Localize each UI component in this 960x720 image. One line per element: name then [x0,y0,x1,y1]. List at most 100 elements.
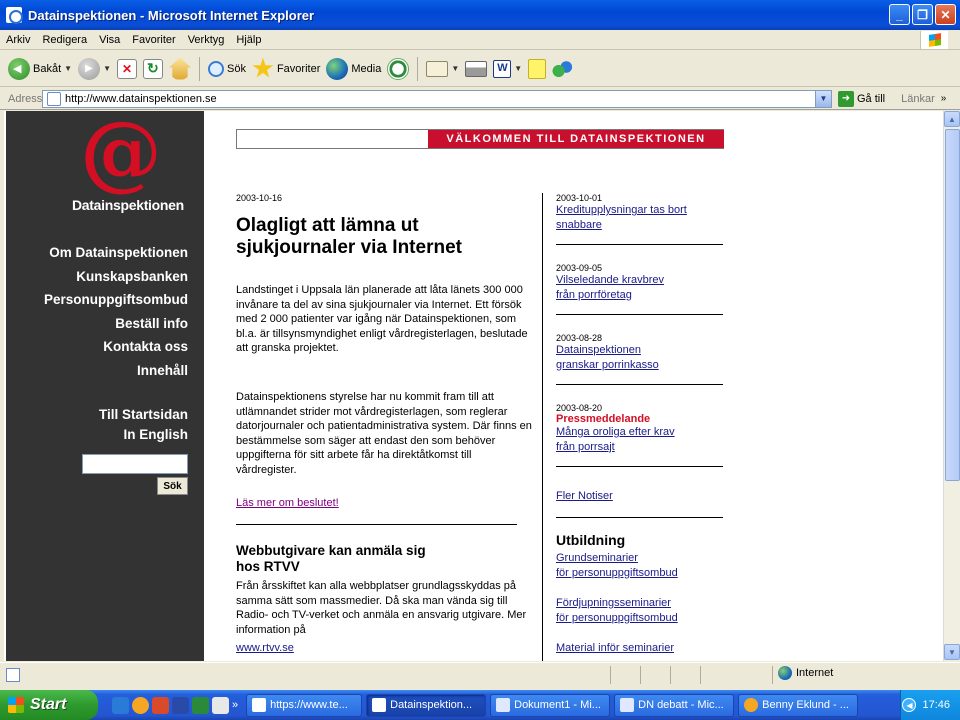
ie-task-icon [372,698,387,712]
media-icon [326,57,349,80]
news-link-line: Datainspektionen [556,344,642,356]
menu-arkiv[interactable]: Arkiv [0,34,36,46]
desktop-quicklaunch-icon[interactable] [212,696,229,714]
start-button[interactable]: Start [0,690,98,720]
search-button[interactable]: Sök [207,60,246,77]
nav-in-english[interactable]: In English [44,425,188,445]
messenger-icon[interactable] [552,58,575,79]
close-button[interactable]: ✕ [935,4,956,25]
media-label: Media [351,62,382,75]
forward-arrow-icon [78,57,101,80]
vertical-scrollbar[interactable]: ▲ ▼ [943,111,960,661]
news-item: 2003-08-20 Pressmeddelande Många oroliga… [556,403,724,468]
home-icon[interactable] [168,57,191,80]
ie-quicklaunch-icon[interactable] [112,696,129,714]
more-news-link[interactable]: Fler Notiser [556,489,613,504]
site-search-button[interactable]: Sök [157,477,188,495]
article-divider [236,524,517,525]
news-divider [556,384,723,386]
task-button[interactable]: Benny Eklund - ... [738,693,859,717]
task-label: Datainspektion... [390,699,473,711]
forward-button[interactable]: ▼ [78,57,111,80]
mail-button[interactable]: ▼ [426,60,459,77]
mail-dropdown-icon[interactable]: ▼ [451,64,459,73]
address-url[interactable]: http://www.datainspektionen.se [65,93,217,105]
nav-kontakta-oss[interactable]: Kontakta oss [44,335,188,359]
read-more-link[interactable]: Läs mer om beslutet! [236,496,339,511]
address-bar: Adress http://www.datainspektionen.se ▼ … [0,88,960,110]
menu-hjalp[interactable]: Hjälp [230,34,267,46]
title-bar: Datainspektionen - Microsoft Internet Ex… [0,0,960,30]
news-link[interactable]: Kreditupplysningar tas bort snabbare [556,203,724,232]
education-link[interactable]: Material inför seminarier [556,641,674,656]
nav-bestall-info[interactable]: Beställ info [44,312,188,336]
task-button-active[interactable]: Datainspektion... [366,693,487,717]
excel-quicklaunch-icon[interactable] [192,696,209,714]
task-button[interactable]: DN debatt - Mic... [614,693,735,717]
article-paragraph-2: Datainspektionens styrelse har nu kommit… [236,391,532,476]
edit-dropdown-icon[interactable]: ▼ [514,64,522,73]
nav-kunskapsbanken[interactable]: Kunskapsbanken [44,265,188,289]
page-status-icon [6,667,20,682]
education-link[interactable]: Fördjupningsseminarier för personuppgift… [556,596,724,625]
menu-verktyg[interactable]: Verktyg [182,34,231,46]
nav-innehall[interactable]: Innehåll [44,359,188,383]
edit-button[interactable]: ▼ [493,59,522,78]
nav-om-datainspektionen[interactable]: Om Datainspektionen [44,241,188,265]
news-item: 2003-10-01 Kreditupplysningar tas bort s… [556,193,724,246]
site-logo[interactable]: @ Datainspektionen [72,111,184,217]
menu-visa[interactable]: Visa [93,34,126,46]
toolbar-separator [198,56,200,81]
menu-favoriter[interactable]: Favoriter [126,34,181,46]
task-button[interactable]: Dokument1 - Mi... [490,693,611,717]
back-dropdown-icon[interactable]: ▼ [64,64,72,73]
links-chevron-icon[interactable]: » [941,93,947,104]
status-cell [670,666,671,684]
article-headline: Olagligt att lämna ut sjukjournaler via … [236,215,462,258]
site-search-input[interactable] [82,454,188,474]
education-link[interactable]: Grundseminarier för personuppgiftsombud [556,551,724,580]
news-link[interactable]: Datainspektionen granskar porrinkasso [556,343,724,372]
page-viewport: @ Datainspektionen Om Datainspektionen K… [0,111,960,661]
menu-redigera[interactable]: Redigera [36,34,93,46]
notes-icon[interactable] [528,58,547,79]
address-dropdown-icon[interactable]: ▼ [815,90,831,107]
go-button[interactable]: ➜ Gå till [838,90,886,107]
windows-flag-icon [8,697,24,713]
news-divider [556,244,723,246]
favorites-button[interactable]: Favoriter [252,57,320,80]
forward-dropdown-icon[interactable]: ▼ [103,64,111,73]
task-button[interactable]: https://www.te... [246,693,363,717]
scroll-down-icon[interactable]: ▼ [944,644,960,660]
print-icon[interactable] [465,60,488,77]
education-link-line: för personuppgiftsombud [556,611,678,624]
maximize-button[interactable]: ❐ [912,4,933,25]
messenger-quicklaunch-icon[interactable] [132,696,149,714]
article-paragraph-3: Från årsskiftet kan alla webbplatser gru… [236,580,527,636]
windows-logo-icon [920,31,948,49]
scroll-up-icon[interactable]: ▲ [944,111,960,127]
news-link[interactable]: Många oroliga efter krav från porrsajt [556,425,724,454]
scroll-thumb[interactable] [945,129,960,481]
quicklaunch-chevron-icon[interactable]: » [232,699,238,711]
word-quicklaunch-icon[interactable] [172,696,189,714]
stop-icon[interactable] [116,58,137,79]
address-input[interactable]: http://www.datainspektionen.se ▼ [42,89,832,108]
news-link[interactable]: Vilseledande kravbrev från porrföretag [556,273,724,302]
history-icon[interactable] [387,57,410,80]
news-link-line: från porrföretag [556,288,632,301]
go-label: Gå till [857,92,886,105]
links-label[interactable]: Länkar [901,93,935,105]
news-divider [556,314,723,316]
tray-expand-icon[interactable]: ◀ [902,698,917,712]
media-button[interactable]: Media [326,57,382,80]
news-link-line: Vilseledande kravbrev [556,274,665,286]
refresh-icon[interactable] [142,58,163,79]
rtvv-link[interactable]: www.rtvv.se [236,641,294,656]
news-item: 2003-08-28 Datainspektionen granskar por… [556,333,724,386]
minimize-button[interactable]: _ [889,4,910,25]
nav-personuppgiftsombud[interactable]: Personuppgiftsombud [44,288,188,312]
nav-till-startsidan[interactable]: Till Startsidan [44,405,188,425]
back-button[interactable]: Bakåt ▼ [8,57,72,80]
powerpoint-quicklaunch-icon[interactable] [152,696,169,714]
